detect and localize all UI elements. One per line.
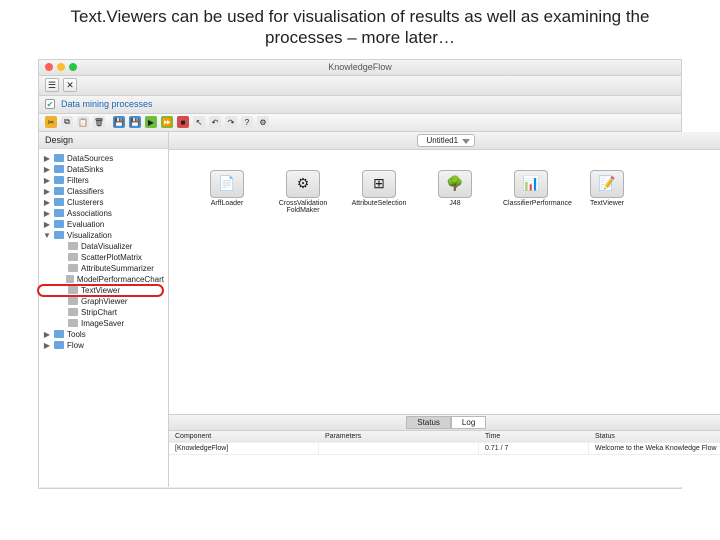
tree-node[interactable]: ▶Associations — [43, 208, 164, 219]
menu-toolbar: ☰ ✕ — [39, 76, 681, 96]
node-icon: 🌳 — [438, 170, 472, 198]
stop-icon[interactable]: ■ — [177, 116, 189, 128]
col-component: Component — [169, 431, 319, 442]
node-label: TextViewer — [579, 200, 635, 207]
tree-node[interactable]: ▶Classifiers — [43, 186, 164, 197]
node-icon: ⚙ — [286, 170, 320, 198]
canvas-node[interactable]: 🌳 J48 — [427, 170, 483, 207]
menu-icon[interactable]: ☰ — [45, 78, 59, 92]
tree-node[interactable]: ▶Filters — [43, 175, 164, 186]
saveall-icon[interactable]: 💾 — [129, 116, 141, 128]
tree-node[interactable]: ▶Evaluation — [43, 219, 164, 230]
tree-node[interactable]: GraphViewer — [43, 296, 164, 307]
tree-node[interactable]: ▶Clusterers — [43, 197, 164, 208]
settings-icon[interactable]: ⚙ — [257, 116, 269, 128]
node-label: ArffLoader — [199, 200, 255, 207]
help-icon[interactable]: ? — [241, 116, 253, 128]
cut-icon[interactable]: ✂ — [45, 116, 57, 128]
canvas-node[interactable]: ⚙ CrossValidation FoldMaker — [275, 170, 331, 214]
tree-node[interactable]: DataVisualizer — [43, 241, 164, 252]
node-icon: 📝 — [590, 170, 624, 198]
col-status: Status — [589, 431, 720, 442]
tree-node[interactable]: ImageSaver — [43, 318, 164, 329]
close-icon[interactable] — [45, 63, 53, 71]
undo-icon[interactable]: ↶ — [209, 116, 221, 128]
save-icon[interactable]: 💾 — [113, 116, 125, 128]
col-parameters: Parameters — [319, 431, 479, 442]
canvas-node[interactable]: 📊 ClassifierPerformance — [503, 170, 559, 207]
tree-node[interactable]: ▶DataSources — [43, 153, 164, 164]
tab-untitled[interactable]: Untitled1 — [417, 134, 475, 147]
window-title: KnowledgeFlow — [328, 62, 392, 72]
tree-node[interactable]: AttributeSummarizer — [43, 263, 164, 274]
tree-node[interactable]: ScatterPlotMatrix — [43, 252, 164, 263]
cell-component: [KnowledgeFlow] — [169, 443, 319, 454]
titlebar: KnowledgeFlow — [39, 60, 681, 76]
tree-node[interactable]: ModelPerformanceChart — [43, 274, 164, 285]
tab-status[interactable]: Status — [406, 416, 451, 429]
component-tree[interactable]: ▶DataSources▶DataSinks▶Filters▶Classifie… — [39, 149, 168, 355]
cell-time: 0.71 / 7 — [479, 443, 589, 454]
program-label[interactable]: Data mining processes — [61, 99, 153, 109]
node-label: J48 — [427, 200, 483, 207]
tree-node[interactable]: ▶Tools — [43, 329, 164, 340]
cell-parameters — [319, 443, 479, 454]
node-label: ClassifierPerformance — [503, 200, 559, 207]
delete-icon[interactable]: 🗑 — [93, 116, 105, 128]
runall-icon[interactable]: ⏩ — [161, 116, 173, 128]
slide-title: Text.Viewers can be used for visualisati… — [0, 0, 720, 59]
canvas-node[interactable]: ⊞ AttributeSelection — [351, 170, 407, 207]
node-icon: 📊 — [514, 170, 548, 198]
status-panel: Status Log Component Parameters Time Sta… — [169, 415, 720, 487]
table-row: [KnowledgeFlow] 0.71 / 7 Welcome to the … — [169, 443, 720, 455]
node-label: CrossValidation FoldMaker — [275, 200, 331, 214]
zoom-icon[interactable] — [69, 63, 77, 71]
run-icon[interactable]: ▶ — [145, 116, 157, 128]
status-table: Component Parameters Time Status [Knowle… — [169, 431, 720, 487]
tab-log[interactable]: Log — [451, 416, 486, 429]
flow-canvas[interactable]: 📄 ArffLoader ⚙ CrossValidation FoldMaker ⊞ At… — [169, 150, 720, 415]
tree-node[interactable]: StripChart — [43, 307, 164, 318]
program-bar: ✔ Data mining processes — [39, 96, 681, 114]
copy-icon[interactable]: ⧉ — [61, 116, 73, 128]
main-toolbar: ✂ ⧉ 📋 🗑 💾 💾 ▶ ⏩ ■ ↖ ↶ ↷ ? ⚙ — [39, 114, 681, 132]
tree-node[interactable]: ▶DataSinks — [43, 164, 164, 175]
app-window: KnowledgeFlow ☰ ✕ ✔ Data mining processe… — [38, 59, 682, 489]
sidebar-header: Design — [39, 132, 168, 149]
paste-icon[interactable]: 📋 — [77, 116, 89, 128]
tree-node-textviewer[interactable]: TextViewer — [43, 285, 164, 296]
node-icon: ⊞ — [362, 170, 396, 198]
redo-icon[interactable]: ↷ — [225, 116, 237, 128]
node-icon: 📄 — [210, 170, 244, 198]
checkmark-icon[interactable]: ✔ — [45, 99, 55, 109]
minimize-icon[interactable] — [57, 63, 65, 71]
canvas-node[interactable]: 📝 TextViewer — [579, 170, 635, 207]
pointer-icon[interactable]: ↖ — [193, 116, 205, 128]
col-time: Time — [479, 431, 589, 442]
clear-icon[interactable]: ✕ — [63, 78, 77, 92]
tree-node[interactable]: ▶Flow — [43, 340, 164, 351]
node-label: AttributeSelection — [351, 200, 407, 207]
canvas-node[interactable]: 📄 ArffLoader — [199, 170, 255, 207]
tree-node[interactable]: ▼Visualization — [43, 230, 164, 241]
sidebar: Design ▶DataSources▶DataSinks▶Filters▶Cl… — [39, 132, 169, 487]
canvas-tabbar: Untitled1 — [169, 132, 720, 150]
cell-status: Welcome to the Weka Knowledge Flow — [589, 443, 720, 454]
